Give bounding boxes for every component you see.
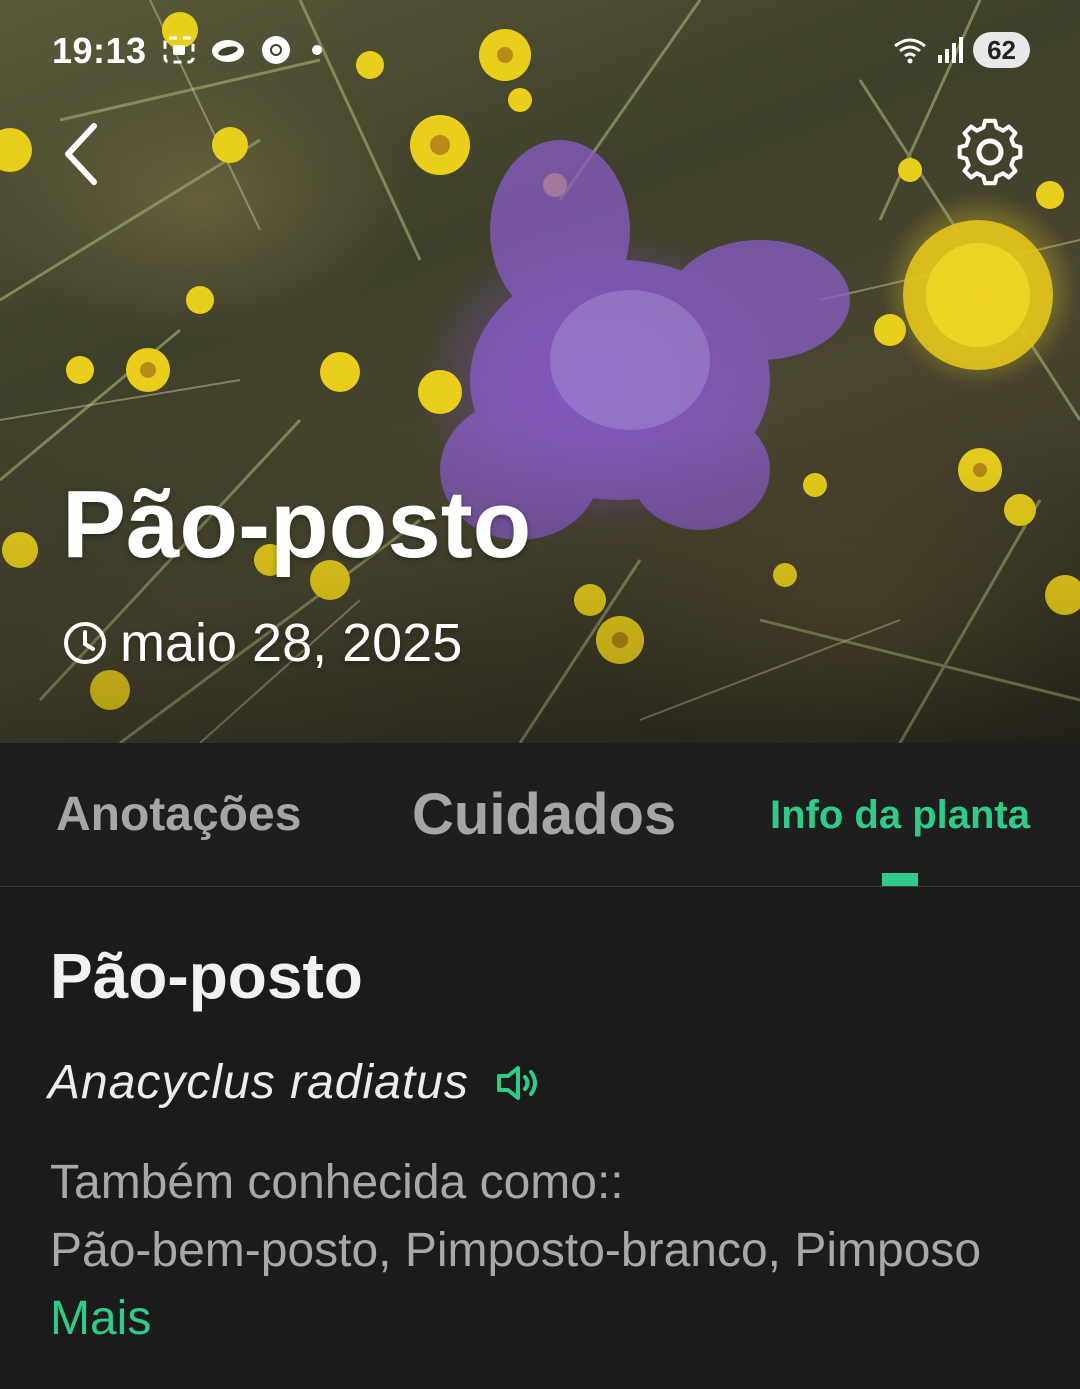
status-icons-left [162, 34, 322, 66]
tab-bar: Anotações Cuidados Info da planta [0, 743, 1080, 888]
signal-icon [938, 37, 964, 63]
wifi-icon [894, 38, 927, 64]
screenshot-icon [163, 36, 195, 64]
hero-date: maio 28, 2025 [120, 613, 463, 673]
plant-scientific-name: Anacyclus radiatus [48, 1056, 469, 1109]
chrome-icon [262, 36, 290, 64]
clock-icon [64, 622, 106, 664]
status-bar: 19:13 62 [0, 20, 1080, 84]
tab-plant-info[interactable]: Info da planta [770, 793, 1030, 838]
also-known-as: Também conhecida como:: Pão-bem-posto, P… [50, 1149, 1010, 1353]
chevron-left-icon [65, 123, 97, 185]
plant-info-panel: Pão-posto Anacyclus radiatus Também conh… [0, 887, 1080, 1389]
active-tab-indicator [882, 873, 918, 886]
status-icons-right: 62 [893, 32, 1030, 68]
also-known-names: Pão-bem-posto, Pimposto-branco, Pimposo [50, 1224, 982, 1277]
more-link[interactable]: Mais [50, 1292, 151, 1345]
settings-button[interactable] [946, 112, 1034, 200]
scientific-name-row: Anacyclus radiatus [48, 1055, 543, 1110]
back-button[interactable] [40, 112, 124, 196]
status-time: 19:13 [52, 30, 147, 71]
battery-indicator: 62 [973, 32, 1030, 68]
hero-plant-title: Pão-posto [62, 471, 532, 578]
tab-notes[interactable]: Anotações [56, 787, 301, 842]
also-known-label: Também conhecida como:: [50, 1156, 624, 1209]
speaker-icon[interactable] [495, 1063, 543, 1103]
plant-common-name: Pão-posto [50, 940, 363, 1012]
gear-icon [957, 118, 1023, 186]
notification-dot [312, 45, 322, 55]
cloud-icon [212, 40, 244, 62]
tab-care[interactable]: Cuidados [412, 781, 676, 848]
hero-date-row: maio 28, 2025 [62, 612, 462, 674]
